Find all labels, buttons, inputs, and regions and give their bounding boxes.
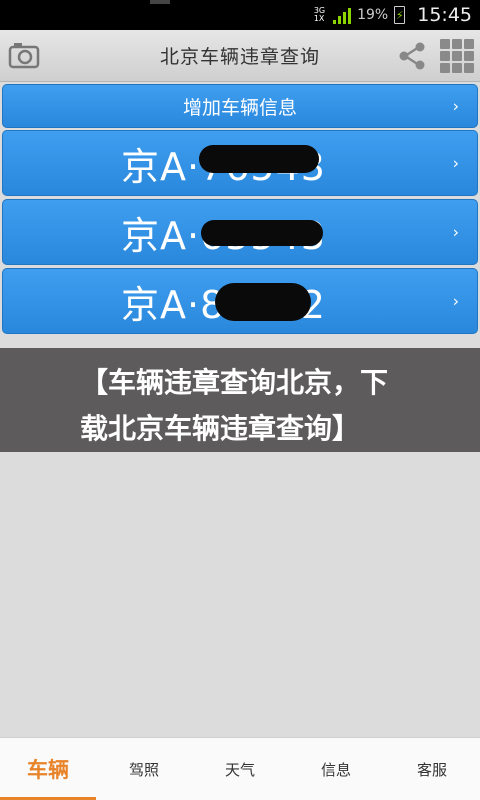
tab-weather[interactable]: 天气 [192,738,288,800]
signal-strength-icon [333,6,352,24]
bottom-tab-bar: 车辆 驾照 天气 信息 客服 [0,737,480,800]
chevron-right-icon: › [452,96,459,116]
banner-line-2: 载北京车辆违章查询】 [80,412,361,445]
chevron-right-icon: › [452,291,459,311]
vehicle-row-3[interactable]: 京A·85552 › [2,268,478,334]
chevron-right-icon: › [452,222,459,242]
app-header: 北京车辆违章查询 [0,30,480,82]
add-vehicle-row[interactable]: 增加车辆信息 › [2,84,478,128]
status-clock: 15:45 [417,4,472,26]
tab-service[interactable]: 客服 [384,738,480,800]
chevron-right-icon: › [452,153,459,173]
vehicle-row-1[interactable]: 京A·76543 › [2,130,478,196]
tab-vehicle[interactable]: 车辆 [0,738,96,800]
camera-button[interactable] [8,40,42,70]
redaction-mark [215,283,311,321]
redaction-mark [199,145,319,173]
status-notch [150,0,170,4]
title-banner: 【车辆违章查询北京，下 载北京车辆违章查询】 [0,348,480,452]
tab-license[interactable]: 驾照 [96,738,192,800]
page-title: 北京车辆违章查询 [159,46,320,68]
status-bar: 3G 1X 19% ⚡ 15:45 [0,0,480,30]
share-button[interactable] [396,40,428,72]
grid-menu-button[interactable] [440,39,476,73]
add-vehicle-label: 增加车辆信息 [182,96,297,119]
battery-charging-icon: ⚡ [394,6,406,24]
grid-menu-icon [440,39,450,49]
battery-percent: 19% [357,7,389,23]
vehicle-row-2[interactable]: 京A·65543 › [2,199,478,265]
network-type: 3G 1X [314,7,325,23]
share-icon [399,42,425,70]
banner-line-1: 【车辆违章查询北京，下 [80,366,389,399]
tab-info[interactable]: 信息 [288,738,384,800]
redaction-mark [201,220,323,246]
camera-icon [8,43,40,69]
network-type-bottom: 1X [313,14,325,23]
